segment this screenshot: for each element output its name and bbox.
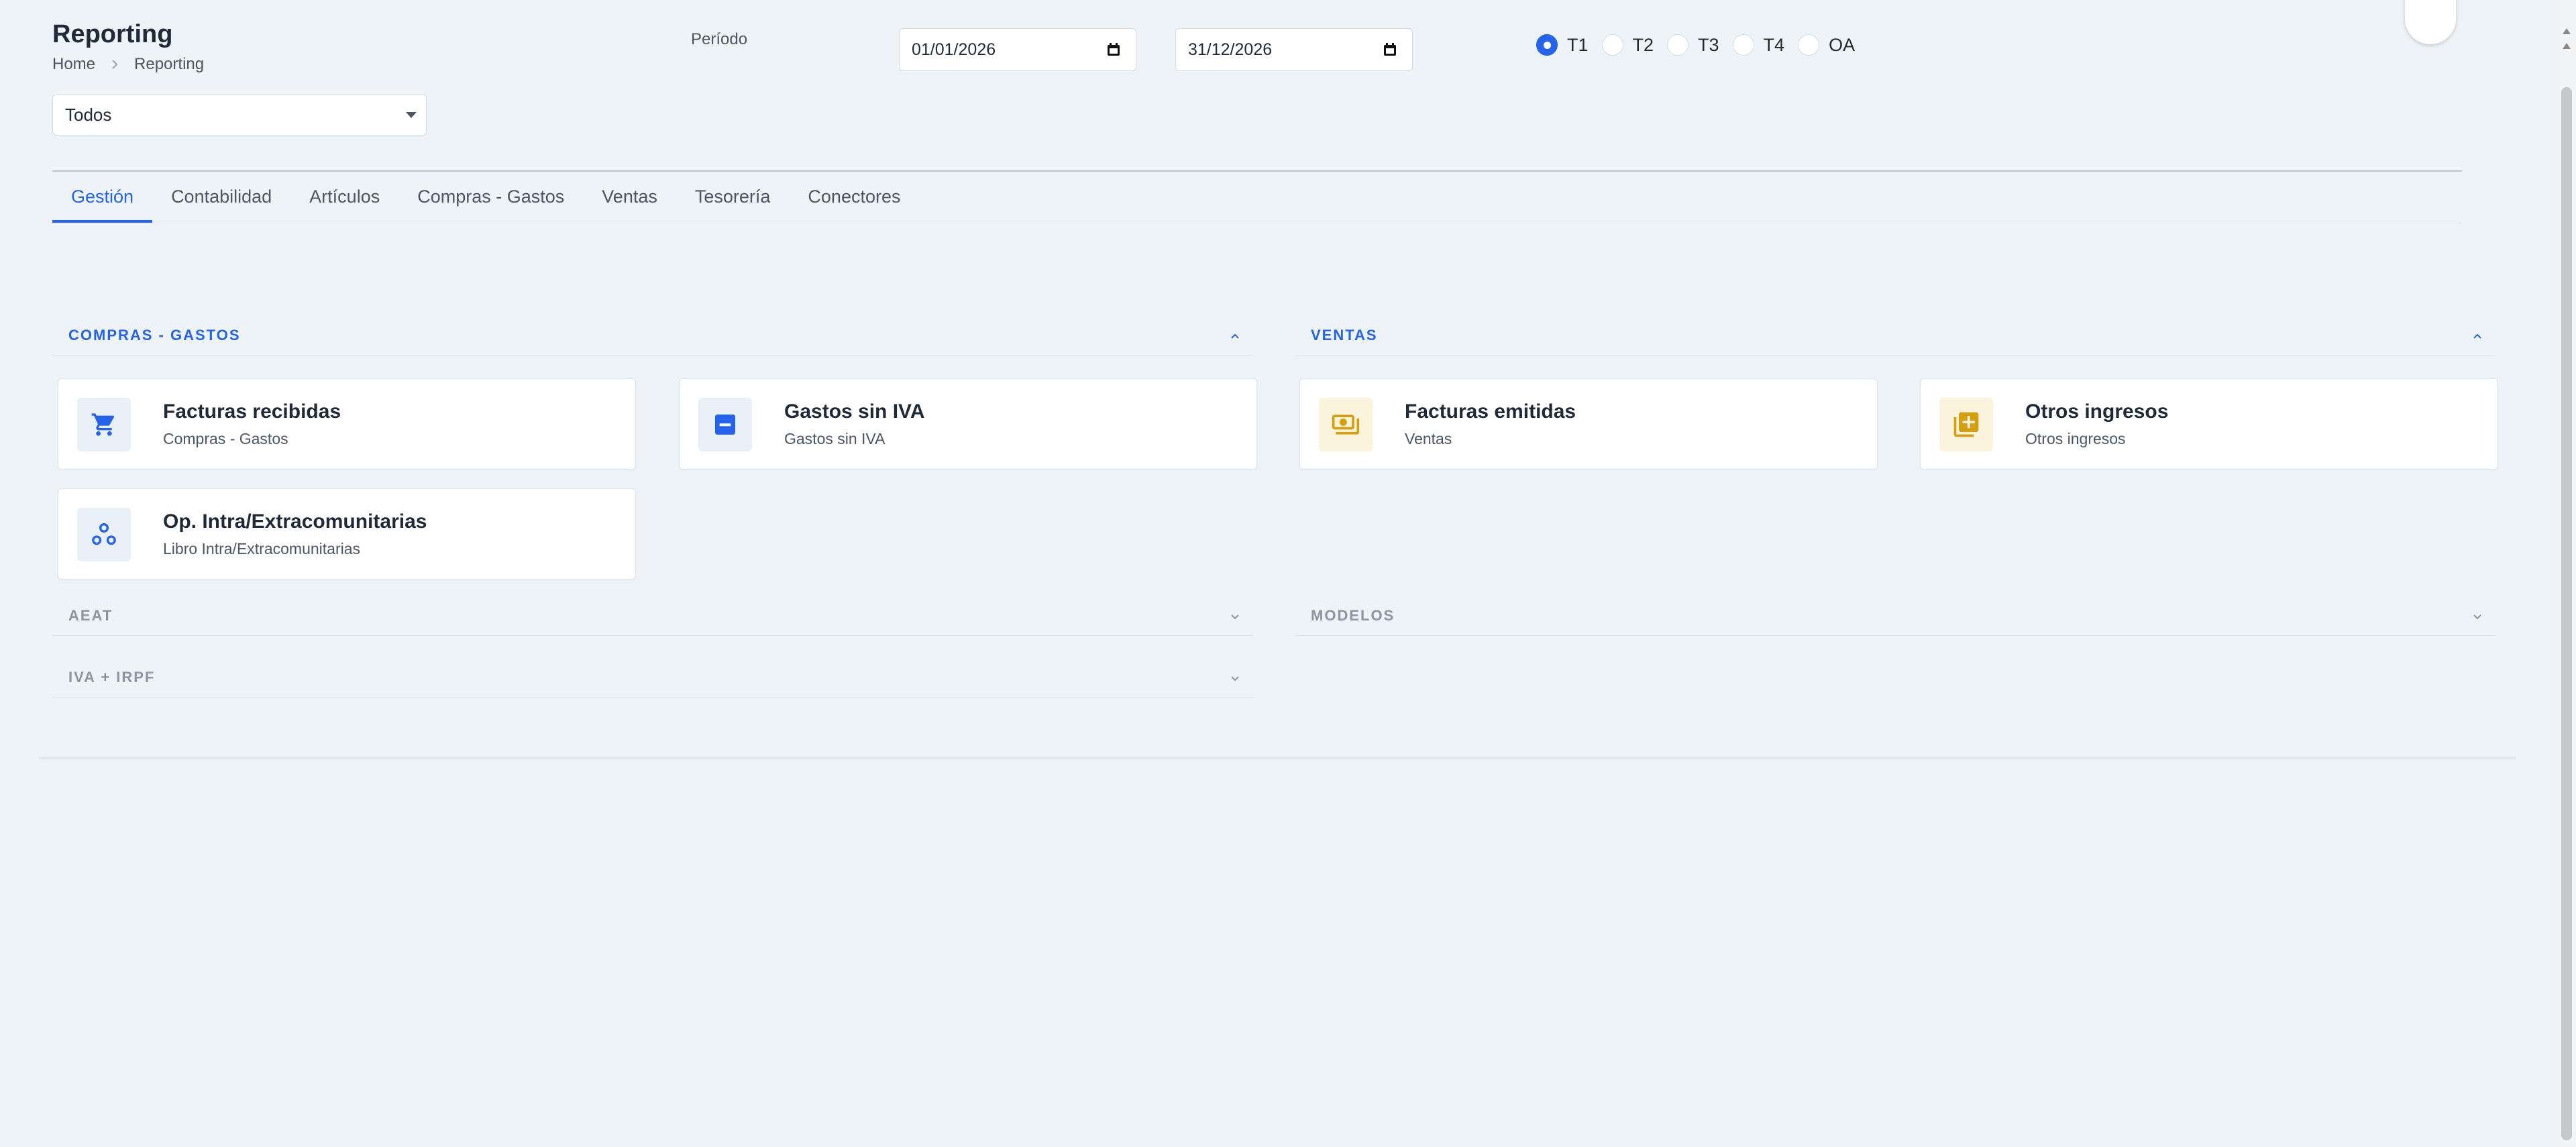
- breadcrumb: Home Reporting: [52, 55, 204, 74]
- radio-button[interactable]: [1601, 34, 1623, 56]
- chevron-down-icon[interactable]: [1229, 610, 1241, 622]
- card-title: Op. Intra/Extracomunitarias: [163, 510, 427, 533]
- card-title: Facturas recibidas: [163, 400, 341, 423]
- scroll-up-icon[interactable]: [2563, 43, 2571, 49]
- cart-icon: [77, 398, 131, 451]
- radio-t3[interactable]: T3: [1667, 34, 1723, 56]
- card-facturas-recibidas[interactable]: Facturas recibidas Compras - Gastos: [58, 378, 636, 470]
- date-from-value: 01/01/2026: [912, 40, 996, 59]
- radio-button[interactable]: [1732, 34, 1754, 56]
- company-select-value: Todos: [65, 104, 112, 125]
- minus-square-icon: [698, 398, 752, 451]
- chevron-up-icon[interactable]: [2471, 330, 2483, 342]
- content-bottom-divider: [39, 757, 2516, 759]
- chevron-down-icon[interactable]: [1229, 672, 1241, 684]
- caret-down-icon: [406, 112, 417, 118]
- company-select[interactable]: Todos: [52, 94, 427, 135]
- tab-tesoreria[interactable]: Tesorería: [676, 172, 790, 221]
- date-to-input[interactable]: 31/12/2026: [1175, 28, 1413, 71]
- calendar-icon[interactable]: [1106, 42, 1121, 57]
- tab-articulos[interactable]: Artículos: [290, 172, 398, 221]
- date-to-value: 31/12/2026: [1188, 40, 1273, 59]
- section-aeat-header[interactable]: AEAT: [52, 596, 1253, 636]
- vertical-scrollbar[interactable]: [2557, 0, 2576, 1147]
- date-from-input[interactable]: 01/01/2026: [899, 28, 1136, 71]
- hub-icon: [77, 508, 131, 561]
- section-ventas-header[interactable]: VENTAS: [1295, 315, 2496, 356]
- section-compras-title: COMPRAS - GASTOS: [68, 326, 241, 343]
- section-modelos-header[interactable]: MODELOS: [1295, 596, 2496, 636]
- card-subtitle: Compras - Gastos: [163, 430, 288, 447]
- radio-button[interactable]: [1536, 34, 1558, 56]
- floating-action-button[interactable]: [2405, 0, 2456, 44]
- section-modelos-title: MODELOS: [1311, 606, 1395, 624]
- card-subtitle: Ventas: [1405, 430, 1452, 447]
- radio-button[interactable]: [1798, 34, 1820, 56]
- chevron-right-icon: [112, 60, 118, 69]
- calendar-icon[interactable]: [1383, 42, 1397, 57]
- scroll-up-icon[interactable]: [2563, 28, 2571, 34]
- page-title: Reporting: [52, 20, 173, 48]
- card-facturas-emitidas[interactable]: Facturas emitidas Ventas: [1299, 378, 1878, 470]
- breadcrumb-reporting[interactable]: Reporting: [134, 55, 204, 74]
- tab-compras-gastos[interactable]: Compras - Gastos: [398, 172, 583, 221]
- tab-conectores[interactable]: Conectores: [789, 172, 919, 221]
- chevron-down-icon[interactable]: [2471, 610, 2483, 622]
- chevron-up-icon[interactable]: [1229, 330, 1241, 342]
- radio-t1[interactable]: T1: [1536, 34, 1593, 56]
- tab-bar: Gestión Contabilidad Artículos Compras -…: [52, 172, 2462, 223]
- card-title: Otros ingresos: [2025, 400, 2169, 423]
- tab-ventas[interactable]: Ventas: [583, 172, 676, 221]
- add-box-icon: [1939, 398, 1993, 451]
- period-label: Período: [691, 30, 748, 48]
- radio-t4[interactable]: T4: [1732, 34, 1789, 56]
- section-iva-irpf-header[interactable]: IVA + IRPF: [52, 657, 1253, 698]
- tab-contabilidad[interactable]: Contabilidad: [152, 172, 290, 221]
- scrollbar-thumb[interactable]: [2561, 87, 2572, 1140]
- card-subtitle: Otros ingresos: [2025, 430, 2126, 447]
- breadcrumb-home[interactable]: Home: [52, 55, 95, 74]
- radio-t2[interactable]: T2: [1601, 34, 1658, 56]
- card-subtitle: Gastos sin IVA: [784, 430, 885, 447]
- section-iva-irpf-title: IVA + IRPF: [68, 668, 156, 686]
- section-ventas-title: VENTAS: [1311, 326, 1378, 343]
- money-icon: [1319, 398, 1373, 451]
- card-title: Facturas emitidas: [1405, 400, 1576, 423]
- radio-oa[interactable]: OA: [1798, 34, 1859, 56]
- card-gastos-sin-iva[interactable]: Gastos sin IVA Gastos sin IVA: [679, 378, 1257, 470]
- period-radio-group: T1 T2 T3 T4 OA: [1536, 31, 1868, 59]
- card-otros-ingresos[interactable]: Otros ingresos Otros ingresos: [1920, 378, 2498, 470]
- card-op-intra-extracomunitarias[interactable]: Op. Intra/Extracomunitarias Libro Intra/…: [58, 488, 636, 580]
- radio-button[interactable]: [1667, 34, 1689, 56]
- tab-gestion[interactable]: Gestión: [52, 172, 153, 223]
- card-title: Gastos sin IVA: [784, 400, 925, 423]
- section-aeat-title: AEAT: [68, 606, 113, 624]
- section-compras-header[interactable]: COMPRAS - GASTOS: [52, 315, 1253, 356]
- card-subtitle: Libro Intra/Extracomunitarias: [163, 540, 361, 557]
